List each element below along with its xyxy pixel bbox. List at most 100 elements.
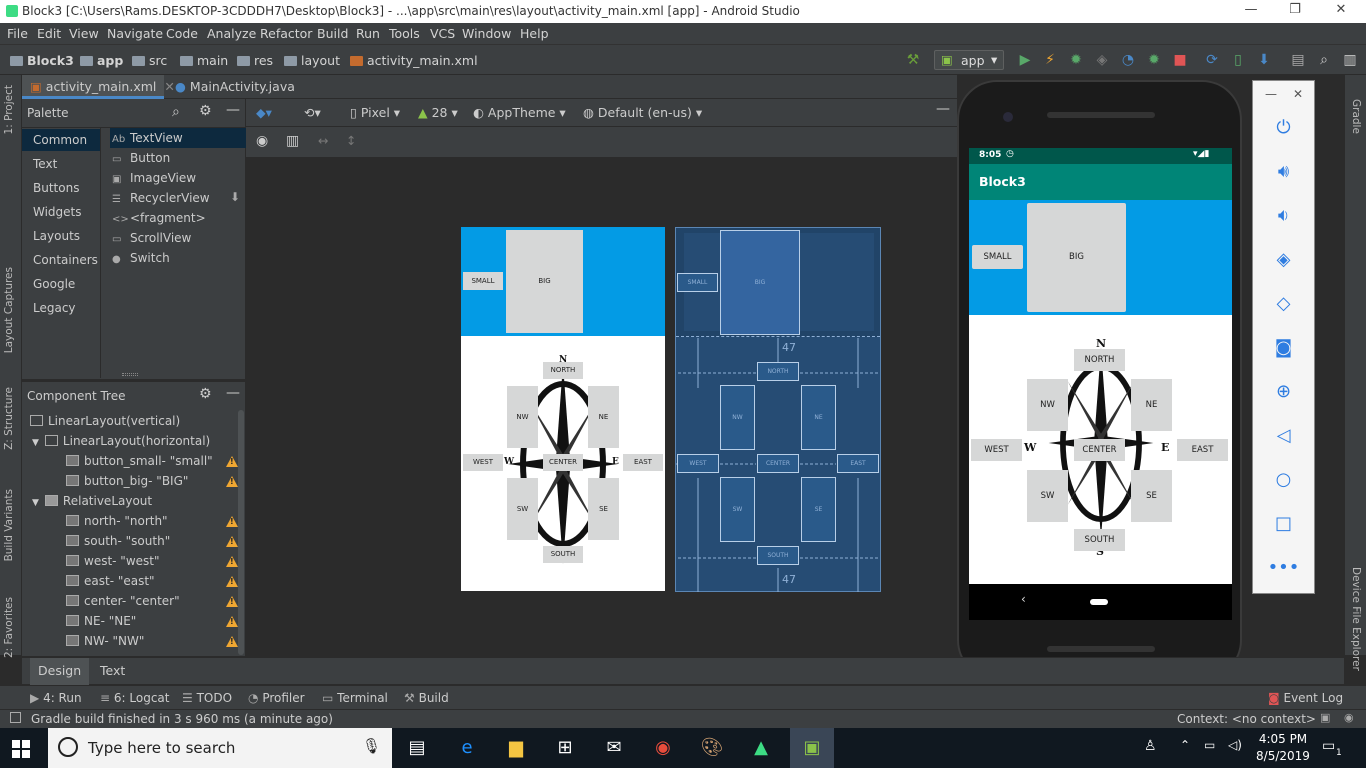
sdk-manager-icon[interactable]: ⬇ — [1256, 52, 1272, 68]
back-icon[interactable]: ‹ — [1021, 592, 1026, 606]
event-log[interactable]: ◙ Event Log — [1268, 691, 1343, 705]
menu-window[interactable]: Window — [462, 26, 511, 41]
preview-button-south[interactable]: SOUTH — [543, 546, 583, 563]
device-select[interactable]: ▯ Pixel ▾ — [350, 105, 400, 120]
stop-icon[interactable]: ■ — [1172, 52, 1188, 68]
palette-item-scrollview[interactable]: ▭ ScrollView — [110, 228, 246, 248]
mail-icon[interactable]: ✉ — [601, 736, 627, 760]
tree-node-button-small[interactable]: button_small- "small" — [66, 454, 213, 474]
more-icon[interactable]: ••• — [1253, 557, 1314, 578]
category-common[interactable]: Common — [22, 129, 100, 151]
menu-help[interactable]: Help — [520, 26, 549, 41]
maximize-button[interactable]: ❐ — [1282, 2, 1308, 20]
blueprint-button-sw[interactable]: SW — [720, 477, 755, 542]
preview-button-sw[interactable]: SW — [507, 478, 538, 540]
warning-icon[interactable]: ! — [226, 516, 238, 527]
close-icon[interactable]: ✕ — [1293, 87, 1303, 101]
minimize-icon[interactable]: — — [1265, 87, 1277, 101]
breadcrumb-main[interactable]: main — [180, 53, 228, 68]
lock-icon[interactable]: ▣ — [1320, 711, 1330, 724]
project-tool-tab[interactable]: 1: Project — [3, 85, 15, 134]
emulator-button-north[interactable]: NORTH — [1074, 349, 1125, 371]
preview-button-se[interactable]: SE — [588, 478, 619, 540]
android-studio-icon[interactable]: ▲ — [748, 736, 774, 760]
warning-icon[interactable]: ! — [226, 476, 238, 487]
network-icon[interactable]: ▭ — [1204, 738, 1215, 752]
search-icon[interactable]: ⌕ — [172, 104, 180, 120]
tree-scrollbar[interactable] — [238, 410, 244, 655]
blueprint-button-small[interactable]: SMALL — [677, 273, 718, 292]
tree-node-nw[interactable]: NW- "NW" — [66, 634, 144, 654]
tree-node-relativelayout[interactable]: ▼ RelativeLayout — [32, 494, 152, 514]
minimize-icon[interactable]: — — [226, 385, 240, 401]
power-icon[interactable]: ⏻ — [1253, 117, 1314, 138]
emulator-button-east[interactable]: EAST — [1177, 439, 1228, 461]
tree-node-center[interactable]: center- "center" — [66, 594, 180, 614]
attach-debugger-icon[interactable]: ✹ — [1146, 52, 1162, 68]
menu-code[interactable]: Code — [166, 26, 198, 41]
design-surface-icon[interactable]: ◆▾ — [256, 105, 272, 120]
tree-node-button-big[interactable]: button_big- "BIG" — [66, 474, 188, 494]
structure-tool-tab[interactable]: Z: Structure — [3, 387, 15, 450]
tab-activity-main[interactable]: ▣ activity_main.xml ✕ — [22, 75, 175, 99]
menu-tools[interactable]: Tools — [389, 26, 420, 41]
tree-node-ne[interactable]: NE- "NE" — [66, 614, 136, 634]
preview-button-nw[interactable]: NW — [507, 386, 538, 448]
emulator-button-nw[interactable]: NW — [1027, 379, 1068, 431]
menu-analyze[interactable]: Analyze — [207, 26, 256, 41]
hammer-icon[interactable]: ⚒ — [905, 52, 921, 68]
emulator-button-south[interactable]: SOUTH — [1074, 529, 1125, 551]
tree-node-west[interactable]: west- "west" — [66, 554, 160, 574]
design-preview[interactable]: SMALL BIG N S W E NORTH SOUTH WEST EAST … — [461, 227, 665, 591]
horizontal-arrows-icon[interactable]: ↔ — [318, 133, 328, 148]
taskbar-search[interactable]: Type here to search 🎙︎ — [48, 728, 392, 768]
people-icon[interactable]: ♙ — [1144, 738, 1157, 754]
clock-time[interactable]: 4:05 PM — [1255, 732, 1311, 746]
warning-icon[interactable]: ! — [226, 596, 238, 607]
emulator-taskbar-icon[interactable]: ▣ — [790, 728, 834, 768]
tool-build[interactable]: ⚒ Build — [404, 691, 449, 705]
tool-todo[interactable]: ☰ TODO — [182, 691, 232, 705]
volume-down-icon[interactable]: 🔉︎ — [1253, 205, 1314, 226]
breadcrumb-app[interactable]: app — [80, 53, 123, 68]
menu-refactor[interactable]: Refactor — [260, 26, 312, 41]
run-icon[interactable]: ▶ — [1017, 52, 1033, 68]
blueprint-button-ne[interactable]: NE — [801, 385, 836, 450]
layout-icon[interactable]: ▥ — [1342, 52, 1358, 68]
breadcrumb-project[interactable]: Block3 — [10, 53, 74, 68]
preview-button-north[interactable]: NORTH — [543, 362, 583, 379]
theme-select[interactable]: ◐ AppTheme ▾ — [473, 105, 566, 120]
blueprint-preview[interactable]: SMALL BIG 47 47 NORTH SOUTH WEST EAST CE… — [675, 227, 881, 592]
emulator-button-center[interactable]: CENTER — [1074, 439, 1125, 461]
expand-icon[interactable]: ▼ — [32, 498, 39, 508]
rotate-left-icon[interactable]: ◈ — [1253, 249, 1314, 270]
preview-button-west[interactable]: WEST — [463, 454, 503, 471]
tool-run[interactable]: ▶ 4: Run — [30, 691, 82, 705]
project-structure-icon[interactable]: ▤ — [1290, 52, 1306, 68]
palette-item-button[interactable]: ▭ Button — [110, 148, 246, 168]
tab-text[interactable]: Text — [92, 663, 133, 678]
palette-item-textview[interactable]: Ab TextView — [110, 128, 246, 148]
microphone-icon[interactable]: 🎙︎ — [362, 737, 381, 755]
download-icon[interactable]: ⬇ — [230, 190, 240, 204]
rotate-right-icon[interactable]: ◇ — [1253, 293, 1314, 314]
breadcrumb-file[interactable]: activity_main.xml — [350, 53, 478, 68]
camera-icon[interactable]: ◙ — [1253, 337, 1314, 358]
emulator-button-big[interactable]: BIG — [1027, 203, 1126, 312]
windows-start-icon[interactable] — [12, 740, 30, 758]
file-explorer-icon[interactable]: ▆ — [503, 736, 529, 760]
volume-up-icon[interactable]: 🔊︎ — [1253, 161, 1314, 182]
menu-navigate[interactable]: Navigate — [107, 26, 163, 41]
build-variants-tool-tab[interactable]: Build Variants — [3, 489, 15, 561]
emulator-button-west[interactable]: WEST — [971, 439, 1022, 461]
breadcrumb-res[interactable]: res — [237, 53, 273, 68]
menu-run[interactable]: Run — [356, 26, 380, 41]
resize-handle[interactable] — [122, 373, 138, 376]
apply-changes-icon[interactable]: ⚡ — [1042, 52, 1058, 68]
tool-logcat[interactable]: ≡ 6: Logcat — [100, 691, 169, 705]
expand-icon[interactable]: ▼ — [32, 438, 39, 448]
emulator-screen[interactable]: 8:05 ◷ ▾◢▮ Block3 SMALL BIG N S W E NORT… — [969, 148, 1232, 584]
tree-node-east[interactable]: east- "east" — [66, 574, 155, 594]
eye-icon[interactable]: ◉ — [256, 133, 268, 149]
close-button[interactable]: ✕ — [1328, 2, 1354, 20]
